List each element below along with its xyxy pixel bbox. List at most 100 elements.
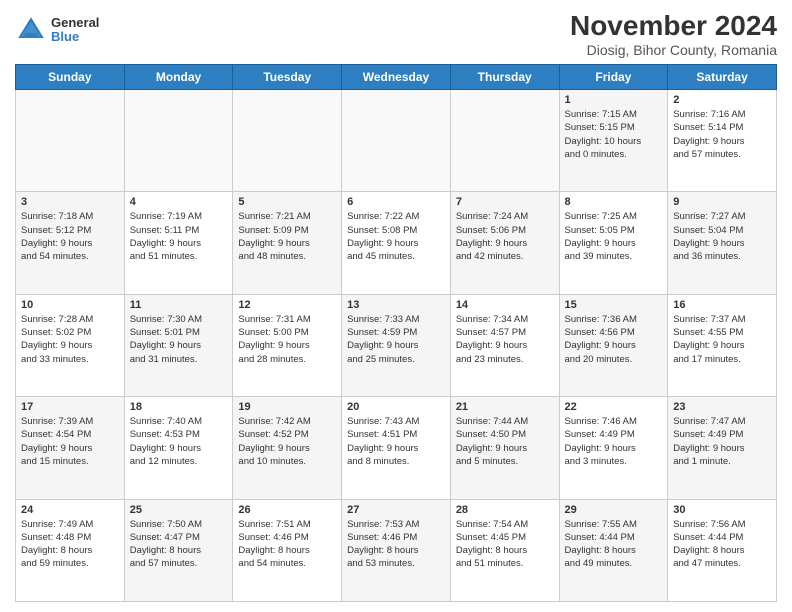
table-row: 10 Sunrise: 7:28 AM Sunset: 5:02 PM Dayli… [16, 294, 125, 396]
day-info: Sunrise: 7:49 AM Sunset: 4:48 PM Dayligh… [21, 518, 119, 571]
day-number: 15 [565, 299, 663, 311]
table-row [342, 90, 451, 192]
logo-icon [15, 14, 47, 46]
day-info: Sunrise: 7:25 AM Sunset: 5:05 PM Dayligh… [565, 210, 663, 263]
day-number: 9 [673, 196, 771, 208]
day-number: 5 [238, 196, 336, 208]
day-info: Sunrise: 7:19 AM Sunset: 5:11 PM Dayligh… [130, 210, 228, 263]
table-row: 23 Sunrise: 7:47 AM Sunset: 4:49 PM Dayli… [668, 397, 777, 499]
day-info: Sunrise: 7:30 AM Sunset: 5:01 PM Dayligh… [130, 313, 228, 366]
main-title: November 2024 [570, 10, 777, 42]
day-number: 24 [21, 504, 119, 516]
logo-text: General Blue [51, 16, 99, 45]
title-block: November 2024 Diosig, Bihor County, Roma… [570, 10, 777, 58]
calendar-header: Sunday Monday Tuesday Wednesday Thursday… [16, 65, 777, 90]
day-info: Sunrise: 7:56 AM Sunset: 4:44 PM Dayligh… [673, 518, 771, 571]
table-row: 16Sunrise: 7:37 AM Sunset: 4:55 PM Dayli… [668, 294, 777, 396]
table-row: 17Sunrise: 7:39 AM Sunset: 4:54 PM Dayli… [16, 397, 125, 499]
table-row: 22 Sunrise: 7:46 AM Sunset: 4:49 PM Dayli… [559, 397, 668, 499]
day-info: Sunrise: 7:39 AM Sunset: 4:54 PM Dayligh… [21, 415, 119, 468]
table-row: 14 Sunrise: 7:34 AM Sunset: 4:57 PM Dayli… [450, 294, 559, 396]
table-row: 19Sunrise: 7:42 AM Sunset: 4:52 PM Dayli… [233, 397, 342, 499]
day-info: Sunrise: 7:27 AM Sunset: 5:04 PM Dayligh… [673, 210, 771, 263]
table-row: 25 Sunrise: 7:50 AM Sunset: 4:47 PM Dayli… [124, 499, 233, 601]
header-wednesday: Wednesday [342, 65, 451, 90]
day-info: Sunrise: 7:21 AM Sunset: 5:09 PM Dayligh… [238, 210, 336, 263]
table-row: 30Sunrise: 7:56 AM Sunset: 4:44 PM Dayli… [668, 499, 777, 601]
day-info: Sunrise: 7:46 AM Sunset: 4:49 PM Dayligh… [565, 415, 663, 468]
day-number: 26 [238, 504, 336, 516]
day-info: Sunrise: 7:33 AM Sunset: 4:59 PM Dayligh… [347, 313, 445, 366]
day-number: 11 [130, 299, 228, 311]
table-row: 7 Sunrise: 7:24 AM Sunset: 5:06 PM Daylig… [450, 192, 559, 294]
header-sunday: Sunday [16, 65, 125, 90]
day-info: Sunrise: 7:43 AM Sunset: 4:51 PM Dayligh… [347, 415, 445, 468]
table-row: 29 Sunrise: 7:55 AM Sunset: 4:44 PM Dayli… [559, 499, 668, 601]
day-number: 28 [456, 504, 554, 516]
day-info: Sunrise: 7:47 AM Sunset: 4:49 PM Dayligh… [673, 415, 771, 468]
day-number: 14 [456, 299, 554, 311]
table-row: 4 Sunrise: 7:19 AM Sunset: 5:11 PM Daylig… [124, 192, 233, 294]
day-number: 29 [565, 504, 663, 516]
header-monday: Monday [124, 65, 233, 90]
header-friday: Friday [559, 65, 668, 90]
table-row: 2 Sunrise: 7:16 AM Sunset: 5:14 PM Daylig… [668, 90, 777, 192]
day-info: Sunrise: 7:28 AM Sunset: 5:02 PM Dayligh… [21, 313, 119, 366]
calendar-week-row: 17Sunrise: 7:39 AM Sunset: 4:54 PM Dayli… [16, 397, 777, 499]
day-number: 18 [130, 401, 228, 413]
calendar-week-row: 10 Sunrise: 7:28 AM Sunset: 5:02 PM Dayli… [16, 294, 777, 396]
day-number: 16 [673, 299, 771, 311]
day-info: Sunrise: 7:22 AM Sunset: 5:08 PM Dayligh… [347, 210, 445, 263]
day-info: Sunrise: 7:53 AM Sunset: 4:46 PM Dayligh… [347, 518, 445, 571]
table-row: 8 Sunrise: 7:25 AM Sunset: 5:05 PM Daylig… [559, 192, 668, 294]
page: General Blue November 2024 Diosig, Bihor… [0, 0, 792, 612]
day-number: 8 [565, 196, 663, 208]
day-info: Sunrise: 7:44 AM Sunset: 4:50 PM Dayligh… [456, 415, 554, 468]
day-info: Sunrise: 7:15 AM Sunset: 5:15 PM Dayligh… [565, 108, 663, 161]
day-number: 1 [565, 94, 663, 106]
table-row: 24 Sunrise: 7:49 AM Sunset: 4:48 PM Dayli… [16, 499, 125, 601]
day-number: 12 [238, 299, 336, 311]
day-info: Sunrise: 7:34 AM Sunset: 4:57 PM Dayligh… [456, 313, 554, 366]
day-number: 23 [673, 401, 771, 413]
day-number: 3 [21, 196, 119, 208]
day-number: 20 [347, 401, 445, 413]
day-number: 13 [347, 299, 445, 311]
calendar-week-row: 24 Sunrise: 7:49 AM Sunset: 4:48 PM Dayli… [16, 499, 777, 601]
day-info: Sunrise: 7:50 AM Sunset: 4:47 PM Dayligh… [130, 518, 228, 571]
table-row: 6Sunrise: 7:22 AM Sunset: 5:08 PM Daylig… [342, 192, 451, 294]
table-row: 21Sunrise: 7:44 AM Sunset: 4:50 PM Dayli… [450, 397, 559, 499]
table-row: 9 Sunrise: 7:27 AM Sunset: 5:04 PM Daylig… [668, 192, 777, 294]
header-thursday: Thursday [450, 65, 559, 90]
table-row: 12Sunrise: 7:31 AM Sunset: 5:00 PM Dayli… [233, 294, 342, 396]
day-number: 19 [238, 401, 336, 413]
day-info: Sunrise: 7:16 AM Sunset: 5:14 PM Dayligh… [673, 108, 771, 161]
table-row: 15Sunrise: 7:36 AM Sunset: 4:56 PM Dayli… [559, 294, 668, 396]
weekday-header-row: Sunday Monday Tuesday Wednesday Thursday… [16, 65, 777, 90]
day-info: Sunrise: 7:40 AM Sunset: 4:53 PM Dayligh… [130, 415, 228, 468]
day-number: 25 [130, 504, 228, 516]
calendar-week-row: 1 Sunrise: 7:15 AM Sunset: 5:15 PM Daylig… [16, 90, 777, 192]
day-info: Sunrise: 7:54 AM Sunset: 4:45 PM Dayligh… [456, 518, 554, 571]
calendar-body: 1 Sunrise: 7:15 AM Sunset: 5:15 PM Daylig… [16, 90, 777, 602]
logo-general: General [51, 16, 99, 30]
day-number: 4 [130, 196, 228, 208]
calendar-table: Sunday Monday Tuesday Wednesday Thursday… [15, 64, 777, 602]
table-row [233, 90, 342, 192]
table-row [450, 90, 559, 192]
day-number: 7 [456, 196, 554, 208]
table-row: 26Sunrise: 7:51 AM Sunset: 4:46 PM Dayli… [233, 499, 342, 601]
day-info: Sunrise: 7:55 AM Sunset: 4:44 PM Dayligh… [565, 518, 663, 571]
day-info: Sunrise: 7:24 AM Sunset: 5:06 PM Dayligh… [456, 210, 554, 263]
table-row: 18 Sunrise: 7:40 AM Sunset: 4:53 PM Dayli… [124, 397, 233, 499]
table-row: 3Sunrise: 7:18 AM Sunset: 5:12 PM Daylig… [16, 192, 125, 294]
subtitle: Diosig, Bihor County, Romania [570, 42, 777, 58]
calendar-week-row: 3Sunrise: 7:18 AM Sunset: 5:12 PM Daylig… [16, 192, 777, 294]
day-number: 22 [565, 401, 663, 413]
header-saturday: Saturday [668, 65, 777, 90]
day-number: 2 [673, 94, 771, 106]
table-row: 20 Sunrise: 7:43 AM Sunset: 4:51 PM Dayli… [342, 397, 451, 499]
header: General Blue November 2024 Diosig, Bihor… [15, 10, 777, 58]
table-row [16, 90, 125, 192]
day-number: 10 [21, 299, 119, 311]
